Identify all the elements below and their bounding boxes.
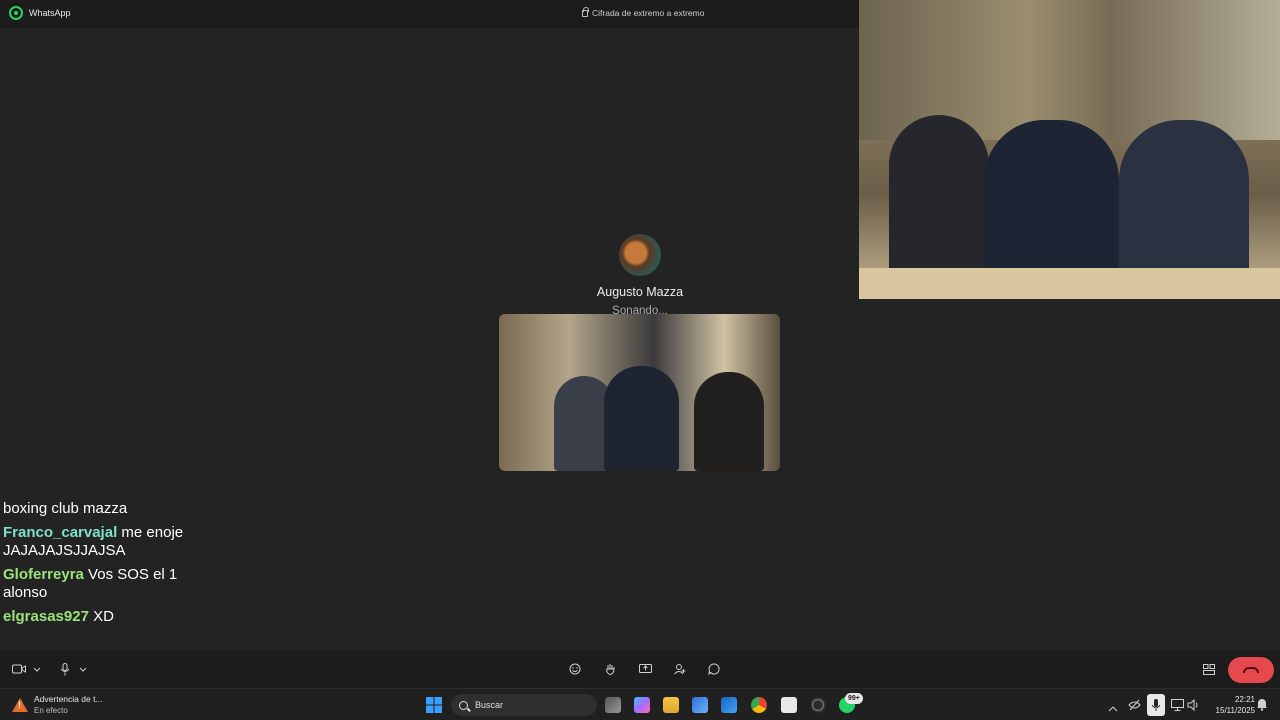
encryption-text: Cifrada de extremo a extremo xyxy=(592,8,705,18)
eye-off-icon xyxy=(1128,699,1141,711)
chat-message: Gloferreyra Vos SOS el 1 alonso xyxy=(3,566,223,602)
chevron-up-icon xyxy=(1108,706,1118,712)
outlook-icon[interactable] xyxy=(721,697,737,713)
clock[interactable]: 22:21 15/11/2025 xyxy=(1205,694,1255,716)
reactions-button[interactable] xyxy=(566,660,584,678)
person-silhouette xyxy=(604,366,679,471)
windows-taskbar: Advertencia de t... En efecto Buscar 99+ xyxy=(0,688,1280,720)
unread-badge: 99+ xyxy=(845,693,863,704)
camera-toggle-button[interactable] xyxy=(10,660,28,678)
microphone-icon xyxy=(60,662,70,675)
taskbar-notification[interactable]: Advertencia de t... En efecto xyxy=(12,694,103,715)
raise-hand-button[interactable] xyxy=(601,660,619,678)
chat-username: Franco_carvajal xyxy=(3,524,118,541)
chat-message: elgrasas927 XD xyxy=(3,608,223,626)
notification-title: Advertencia de t... xyxy=(34,694,103,704)
contact-name: Augusto Mazza xyxy=(596,285,684,299)
microphone-icon xyxy=(1151,699,1161,711)
network-icon[interactable] xyxy=(1171,698,1184,711)
chat-username: Gloferreyra xyxy=(3,566,84,583)
mic-options-dropdown[interactable] xyxy=(74,660,92,678)
store-icon[interactable] xyxy=(692,697,708,713)
end-call-button[interactable] xyxy=(1228,657,1274,683)
hand-icon xyxy=(605,664,615,675)
search-placeholder: Buscar xyxy=(475,700,504,710)
chat-bubble-icon xyxy=(708,663,720,675)
emoji-icon xyxy=(569,663,581,675)
warning-icon xyxy=(12,697,28,713)
camera-options-dropdown[interactable] xyxy=(28,660,46,678)
chrome-icon[interactable] xyxy=(751,697,767,713)
chat-button[interactable] xyxy=(705,660,723,678)
stream-webcam-overlay xyxy=(859,0,1280,299)
grid-layout-icon xyxy=(1203,663,1215,675)
speaker-icon xyxy=(1187,698,1198,712)
caller-info: Augusto Mazza Sonando... xyxy=(540,234,740,317)
whatsapp-call-window: WhatsApp Cifrada de extremo a extremo Au… xyxy=(0,0,1280,720)
mic-toggle-button[interactable] xyxy=(56,660,74,678)
stream-chat-overlay: boxing club mazza Franco_carvajal me eno… xyxy=(3,500,223,626)
notification-subtitle: En efecto xyxy=(34,706,68,715)
monitor-network-icon xyxy=(1171,699,1184,711)
encryption-notice: Cifrada de extremo a extremo xyxy=(582,6,705,18)
chat-text: XD xyxy=(93,608,114,625)
search-icon xyxy=(459,700,468,710)
lock-icon xyxy=(582,6,589,17)
contact-avatar xyxy=(619,234,661,276)
layout-button[interactable] xyxy=(1200,660,1218,678)
mic-in-use-button[interactable] xyxy=(1147,694,1165,716)
volume-icon[interactable] xyxy=(1187,698,1200,712)
notification-text: Advertencia de t... En efecto xyxy=(34,694,103,715)
hang-up-icon xyxy=(1243,667,1259,673)
add-person-icon xyxy=(674,664,686,675)
obs-icon[interactable] xyxy=(810,697,826,713)
tray-app-button[interactable] xyxy=(1128,698,1141,711)
chevron-down-icon xyxy=(79,667,87,672)
notification-center-button[interactable] xyxy=(1256,698,1268,711)
add-participant-button[interactable] xyxy=(671,660,689,678)
file-explorer-icon[interactable] xyxy=(663,697,679,713)
chat-username: elgrasas927 xyxy=(3,608,89,625)
share-screen-icon xyxy=(638,663,652,673)
whatsapp-logo-icon xyxy=(9,6,23,20)
desk xyxy=(859,268,1280,299)
video-camera-icon xyxy=(12,664,26,674)
document-icon[interactable] xyxy=(781,697,797,713)
taskbar-search[interactable]: Buscar xyxy=(451,694,597,716)
bell-icon xyxy=(1257,699,1267,711)
person-silhouette xyxy=(694,372,764,471)
tray-overflow-button[interactable] xyxy=(1108,699,1118,712)
chat-message-partial: boxing club mazza xyxy=(3,500,128,517)
chevron-down-icon xyxy=(33,667,41,672)
self-video-preview[interactable] xyxy=(499,314,780,471)
share-screen-button[interactable] xyxy=(636,660,654,678)
task-view-icon[interactable] xyxy=(605,697,621,713)
windows-start-icon[interactable] xyxy=(426,697,442,713)
app-name: WhatsApp xyxy=(29,8,71,18)
call-controls-bar xyxy=(0,650,1280,688)
clock-time: 22:21 xyxy=(1234,695,1255,704)
windows-logo-icon xyxy=(426,697,442,713)
copilot-icon[interactable] xyxy=(634,697,650,713)
clock-date: 15/11/2025 xyxy=(1215,706,1255,715)
chat-message: Franco_carvajal me enoje JAJAJAJSJJAJSA xyxy=(3,524,223,560)
